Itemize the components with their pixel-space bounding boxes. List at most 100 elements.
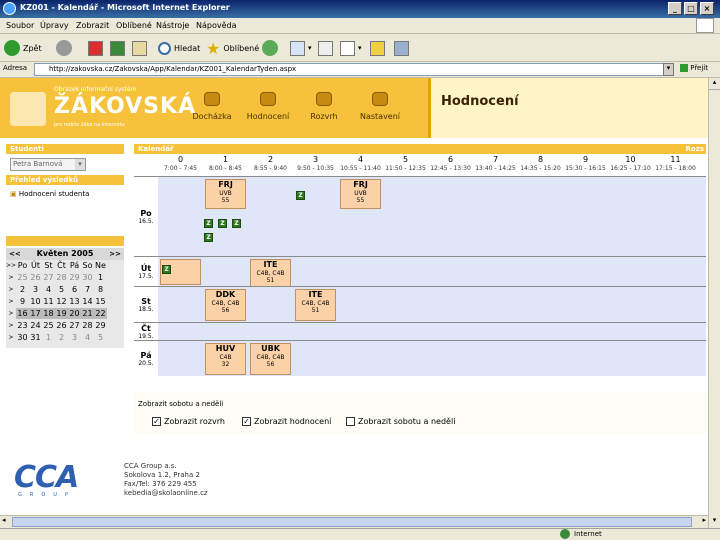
calendar-day[interactable]: 4 bbox=[81, 332, 94, 343]
scroll-up-arrow[interactable]: ▴ bbox=[709, 78, 720, 90]
menu-item-tools[interactable]: Nástroje bbox=[156, 21, 189, 30]
address-dropdown[interactable]: ▾ bbox=[663, 63, 674, 76]
scroll-left-arrow[interactable]: ◂ bbox=[2, 516, 6, 524]
scroll-thumb[interactable] bbox=[12, 517, 692, 527]
calendar-day[interactable]: 7 bbox=[81, 284, 94, 295]
calendar-day[interactable]: 30 bbox=[16, 332, 29, 343]
show-schedule-checkbox[interactable]: ✓ Zobrazit rozvrh bbox=[152, 417, 225, 426]
calendar-day[interactable]: 16 bbox=[16, 308, 29, 319]
calendar-day[interactable]: 2 bbox=[16, 284, 29, 295]
calendar-day[interactable]: 14 bbox=[81, 296, 94, 307]
next-month-button[interactable]: >> bbox=[109, 248, 121, 260]
week-select-button[interactable]: > bbox=[6, 272, 16, 283]
nav-item-attendance[interactable]: Docházka bbox=[188, 92, 236, 121]
search-button[interactable]: Hledat bbox=[158, 38, 200, 58]
calendar-day[interactable]: 9 bbox=[16, 296, 29, 307]
calendar-day[interactable]: 4 bbox=[42, 284, 55, 295]
refresh-button[interactable] bbox=[110, 38, 125, 58]
calendar-day[interactable]: 31 bbox=[29, 332, 42, 343]
calendar-day[interactable]: 29 bbox=[94, 320, 107, 331]
scroll-down-arrow[interactable]: ▾ bbox=[709, 516, 720, 528]
grade-mark-icon[interactable]: Z bbox=[204, 219, 213, 228]
show-weekend-link[interactable]: Zobrazit sobotu a neděli bbox=[138, 400, 223, 408]
week-select-button[interactable]: > bbox=[6, 296, 16, 307]
week-select-button[interactable]: > bbox=[6, 308, 16, 319]
calendar-day[interactable]: 2 bbox=[55, 332, 68, 343]
messenger-button[interactable] bbox=[394, 38, 409, 58]
go-button[interactable]: Přejít bbox=[680, 64, 708, 72]
calendar-day[interactable]: 10 bbox=[29, 296, 42, 307]
calendar-day[interactable]: 17 bbox=[29, 308, 42, 319]
contact-email[interactable]: kebedia@skolaonline.cz bbox=[124, 489, 208, 498]
calendar-day[interactable]: 6 bbox=[68, 284, 81, 295]
calendar-day[interactable]: 26 bbox=[29, 272, 42, 283]
site-logo[interactable]: Obrázek informační systém ŽÁKOVSKÁ pro r… bbox=[8, 84, 195, 132]
calendar-day[interactable]: 27 bbox=[68, 320, 81, 331]
calendar-day[interactable]: 25 bbox=[16, 272, 29, 283]
calendar-day[interactable]: 8 bbox=[94, 284, 107, 295]
grade-mark-icon[interactable]: Z bbox=[232, 219, 241, 228]
calendar-day[interactable]: 28 bbox=[81, 320, 94, 331]
schedule-event[interactable]: FRJ UVB 55 bbox=[205, 179, 246, 209]
calendar-day[interactable]: 27 bbox=[42, 272, 55, 283]
stop-button[interactable] bbox=[88, 38, 103, 58]
vertical-scrollbar[interactable]: ▴ ▾ bbox=[708, 78, 720, 528]
show-grades-checkbox[interactable]: ✓ Zobrazit hodnocení bbox=[242, 417, 331, 426]
forward-button[interactable] bbox=[56, 38, 72, 58]
schedule-event[interactable]: ITE C4B, C4B 51 bbox=[295, 289, 336, 321]
close-button[interactable]: × bbox=[700, 2, 714, 15]
calendar-day[interactable]: 25 bbox=[42, 320, 55, 331]
calendar-day[interactable]: 24 bbox=[29, 320, 42, 331]
menu-item-view[interactable]: Zobrazit bbox=[76, 21, 109, 30]
mail-button[interactable]: ▾ bbox=[290, 38, 312, 58]
nav-item-schedule[interactable]: Rozvrh bbox=[300, 92, 348, 121]
schedule-event[interactable]: FRJ UVB 55 bbox=[340, 179, 381, 209]
grade-mark-icon[interactable]: Z bbox=[162, 265, 171, 274]
student-grades-link[interactable]: ▣ Hodnocení studenta bbox=[10, 190, 124, 198]
calendar-day[interactable]: 15 bbox=[94, 296, 107, 307]
calendar-day[interactable]: 28 bbox=[55, 272, 68, 283]
nav-item-settings[interactable]: Nastavení bbox=[356, 92, 404, 121]
calendar-day[interactable]: 3 bbox=[68, 332, 81, 343]
calendar-day[interactable]: 26 bbox=[55, 320, 68, 331]
calendar-day[interactable]: 13 bbox=[68, 296, 81, 307]
calendar-day[interactable]: 20 bbox=[68, 308, 81, 319]
calendar-day[interactable]: 1 bbox=[94, 272, 107, 283]
scroll-right-arrow[interactable]: ▸ bbox=[702, 516, 706, 524]
menu-item-favorites[interactable]: Oblíbené bbox=[116, 21, 152, 30]
calendar-day[interactable]: 1 bbox=[42, 332, 55, 343]
calendar-day[interactable]: 18 bbox=[42, 308, 55, 319]
schedule-event[interactable]: HUV C4B 32 bbox=[205, 343, 246, 375]
calendar-day[interactable]: 12 bbox=[55, 296, 68, 307]
nav-item-grading[interactable]: Hodnocení bbox=[244, 92, 292, 121]
menu-item-file[interactable]: Soubor bbox=[6, 21, 34, 30]
history-button[interactable] bbox=[262, 38, 278, 58]
schedule-event[interactable]: DDK C4B, C4B 56 bbox=[205, 289, 246, 321]
home-button[interactable] bbox=[132, 38, 147, 58]
calendar-day[interactable]: 30 bbox=[81, 272, 94, 283]
back-button[interactable]: Zpět bbox=[4, 38, 42, 58]
calendar-day[interactable]: 29 bbox=[68, 272, 81, 283]
menu-item-help[interactable]: Nápověda bbox=[196, 21, 237, 30]
show-weekend-checkbox[interactable]: Zobrazit sobotu a neděli bbox=[346, 417, 455, 426]
student-select[interactable]: Petra Barnová ▾ bbox=[10, 158, 86, 171]
prev-month-button[interactable]: << bbox=[9, 248, 21, 260]
week-select-button[interactable]: > bbox=[6, 320, 16, 331]
calendar-day[interactable]: 19 bbox=[55, 308, 68, 319]
schedule-event[interactable]: ITE C4B, C4B 51 bbox=[250, 259, 291, 289]
discuss-button[interactable] bbox=[370, 38, 385, 58]
grade-mark-icon[interactable]: Z bbox=[218, 219, 227, 228]
grade-mark-icon[interactable]: Z bbox=[296, 191, 305, 200]
address-input[interactable]: http://zakovska.cz/Zakovska/App/Kalendar… bbox=[34, 63, 674, 76]
edit-button[interactable]: ▾ bbox=[340, 38, 362, 58]
favorites-button[interactable]: ★ Oblíbené bbox=[206, 38, 259, 58]
grade-mark-icon[interactable]: Z bbox=[204, 233, 213, 242]
calendar-day[interactable]: 5 bbox=[94, 332, 107, 343]
calendar-day[interactable]: 22 bbox=[94, 308, 107, 319]
maximize-button[interactable]: □ bbox=[684, 2, 698, 15]
menu-item-edit[interactable]: Úpravy bbox=[40, 21, 69, 30]
checkbox-2[interactable] bbox=[346, 417, 355, 426]
week-select-button[interactable]: > bbox=[6, 284, 16, 295]
horizontal-scrollbar[interactable]: ◂ ▸ bbox=[0, 515, 708, 528]
schedule-event[interactable]: UBK C4B, C4B 56 bbox=[250, 343, 291, 375]
